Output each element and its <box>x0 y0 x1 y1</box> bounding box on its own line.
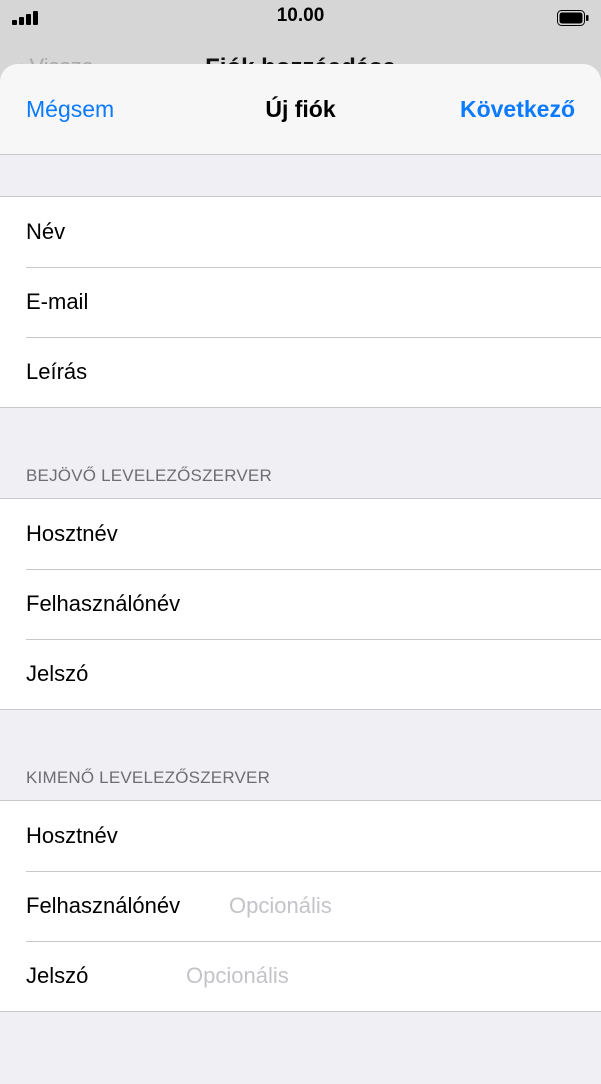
outgoing-username-row[interactable]: Felhasználónév <box>0 871 601 941</box>
incoming-hostname-field[interactable] <box>230 499 591 569</box>
incoming-username-field[interactable] <box>230 569 591 639</box>
description-label: Leírás <box>26 359 88 384</box>
outgoing-section-header: KIMENŐ LEVELEZŐSZERVER <box>0 710 601 800</box>
email-row[interactable]: E-mail <box>0 267 601 337</box>
email-label: E-mail <box>26 289 89 314</box>
incoming-username-row[interactable]: Felhasználónév <box>0 569 601 639</box>
new-account-sheet: Mégsem Új fiók Következő Név E-mail Leír… <box>0 64 601 1084</box>
outgoing-username-label: Felhasználónév <box>26 893 181 918</box>
account-info-group: Név E-mail Leírás <box>0 196 601 408</box>
incoming-section-header: BEJÖVŐ LEVELEZŐSZERVER <box>0 408 601 498</box>
incoming-hostname-label: Hosztnév <box>26 521 118 546</box>
incoming-password-field[interactable] <box>230 639 591 709</box>
status-bar: 10.00 <box>0 0 601 36</box>
status-time: 10.00 <box>276 5 325 26</box>
email-field[interactable] <box>190 267 591 337</box>
outgoing-password-row[interactable]: Jelszó <box>0 941 601 1011</box>
outgoing-server-group: Hosztnév Felhasználónév Jelszó <box>0 800 601 1012</box>
incoming-hostname-row[interactable]: Hosztnév <box>0 499 601 569</box>
incoming-section-title: BEJÖVŐ LEVELEZŐSZERVER <box>26 466 272 485</box>
description-row[interactable]: Leírás <box>0 337 601 407</box>
sheet-header: Mégsem Új fiók Következő <box>0 64 601 155</box>
outgoing-section-title: KIMENŐ LEVELEZŐSZERVER <box>26 768 271 787</box>
outgoing-password-label: Jelszó <box>26 963 89 988</box>
outgoing-hostname-field[interactable] <box>230 801 591 871</box>
name-field[interactable] <box>190 197 591 267</box>
name-label: Név <box>26 219 66 244</box>
next-button[interactable]: Következő <box>460 96 575 123</box>
incoming-username-label: Felhasználónév <box>26 591 181 616</box>
incoming-password-label: Jelszó <box>26 661 89 686</box>
outgoing-hostname-label: Hosztnév <box>26 823 118 848</box>
description-field[interactable] <box>190 337 591 407</box>
outgoing-username-field[interactable] <box>229 871 591 941</box>
incoming-server-group: Hosztnév Felhasználónév Jelszó <box>0 498 601 710</box>
outgoing-hostname-row[interactable]: Hosztnév <box>0 801 601 871</box>
outgoing-password-field[interactable] <box>186 941 591 1011</box>
battery-full-icon <box>557 10 589 26</box>
incoming-password-row[interactable]: Jelszó <box>0 639 601 709</box>
name-row[interactable]: Név <box>0 197 601 267</box>
